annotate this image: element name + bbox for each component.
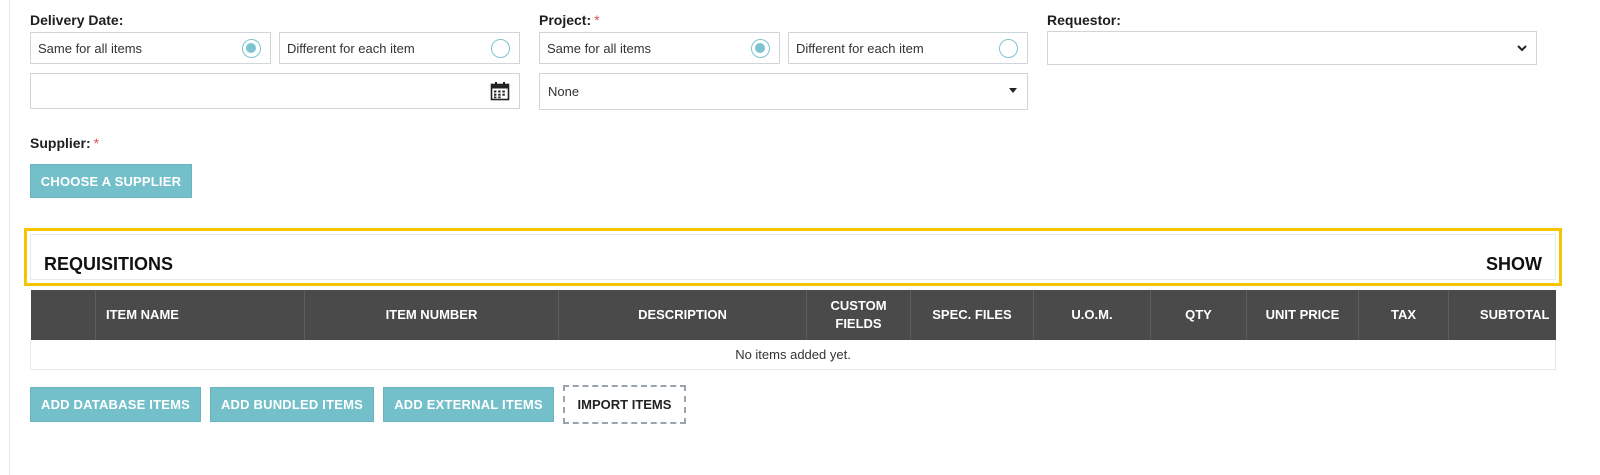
import-items-button[interactable]: IMPORT ITEMS xyxy=(563,385,686,424)
delivery-same-option[interactable]: Same for all items xyxy=(30,32,271,64)
requestor-select[interactable] xyxy=(1047,31,1537,65)
add-bundled-items-button[interactable]: ADD BUNDLED ITEMS xyxy=(210,387,374,422)
requisitions-show-toggle[interactable]: SHOW xyxy=(1486,254,1542,275)
add-database-items-button[interactable]: ADD DATABASE ITEMS xyxy=(30,387,201,422)
caret-down-icon xyxy=(1009,88,1017,93)
project-same-label: Same for all items xyxy=(547,40,652,56)
requestor-label: Requestor: xyxy=(1047,12,1121,28)
column-header-item-number[interactable]: ITEM NUMBER xyxy=(304,290,559,340)
project-select-value: None xyxy=(548,84,580,99)
column-header-unit-price[interactable]: UNIT PRICE xyxy=(1246,290,1359,340)
column-header-subtotal[interactable]: SUBTOTAL xyxy=(1448,290,1556,340)
project-different-label: Different for each item xyxy=(796,40,924,56)
delivery-date-input[interactable] xyxy=(30,73,520,109)
add-external-items-button[interactable]: ADD EXTERNAL ITEMS xyxy=(383,387,554,422)
delivery-different-option[interactable]: Different for each item xyxy=(279,32,520,64)
delivery-different-radio[interactable] xyxy=(491,39,510,58)
project-label: Project: * xyxy=(539,12,600,28)
requisitions-header: REQUISITIONS SHOW xyxy=(30,234,1556,280)
column-header-description[interactable]: DESCRIPTION xyxy=(558,290,807,340)
table-row: No items added yet. xyxy=(30,340,1556,370)
add-bundled-items-label: ADD BUNDLED ITEMS xyxy=(220,397,364,412)
column-header-item-name[interactable]: ITEM NAME xyxy=(95,290,305,340)
table-header-row: ITEM NAME ITEM NUMBER DESCRIPTION CUSTOM… xyxy=(30,290,1556,340)
project-different-radio[interactable] xyxy=(999,39,1018,58)
empty-items-message: No items added yet. xyxy=(30,340,1556,370)
choose-supplier-label: CHOOSE A SUPPLIER xyxy=(40,173,182,189)
add-database-items-label: ADD DATABASE ITEMS xyxy=(40,397,190,412)
project-same-radio[interactable] xyxy=(751,39,770,58)
project-required-mark: * xyxy=(594,12,600,28)
requisitions-panel: REQUISITIONS SHOW xyxy=(24,228,1562,286)
left-divider xyxy=(9,0,10,475)
delivery-same-label: Same for all items xyxy=(38,40,143,56)
supplier-label: Supplier: * xyxy=(30,135,100,151)
column-header-qty[interactable]: QTY xyxy=(1150,290,1247,340)
items-table: ITEM NAME ITEM NUMBER DESCRIPTION CUSTOM… xyxy=(30,290,1556,370)
project-different-option[interactable]: Different for each item xyxy=(788,32,1028,64)
column-header-custom-fields[interactable]: CUSTOM FIELDS xyxy=(806,290,911,340)
column-header-uom[interactable]: U.O.M. xyxy=(1033,290,1151,340)
column-header-spec-files[interactable]: SPEC. FILES xyxy=(910,290,1034,340)
column-header-tax[interactable]: TAX xyxy=(1358,290,1449,340)
project-select[interactable]: None xyxy=(539,73,1028,110)
add-external-items-label: ADD EXTERNAL ITEMS xyxy=(394,397,543,412)
choose-supplier-button[interactable]: CHOOSE A SUPPLIER xyxy=(30,164,192,198)
column-header-select xyxy=(30,290,96,340)
delivery-same-radio[interactable] xyxy=(242,39,261,58)
requisitions-title: REQUISITIONS xyxy=(44,254,174,274)
import-items-label: IMPORT ITEMS xyxy=(577,397,672,412)
chevron-down-icon xyxy=(1517,45,1527,52)
calendar-icon[interactable] xyxy=(490,81,510,101)
supplier-required-mark: * xyxy=(93,135,100,151)
delivery-different-label: Different for each item xyxy=(287,40,415,56)
delivery-date-label: Delivery Date: xyxy=(30,12,124,28)
project-same-option[interactable]: Same for all items xyxy=(539,32,780,64)
